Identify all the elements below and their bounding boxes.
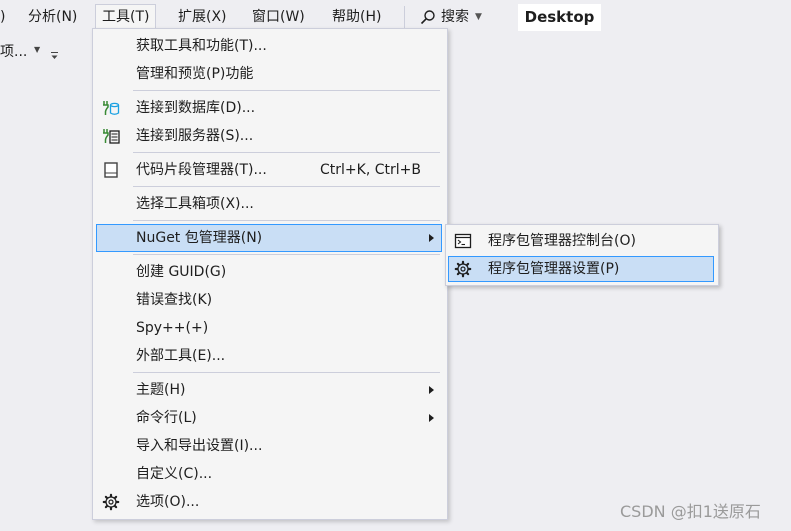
gear-icon [102, 493, 120, 511]
toolbar-overflow-icon[interactable] [50, 51, 59, 60]
menu-item-label: 管理和预览(P)功能 [136, 66, 254, 82]
database-connect-icon [103, 101, 120, 115]
menu-item-label: 创建 GUID(G) [136, 264, 227, 280]
menu-item-label: NuGet 包管理器(N) [136, 230, 263, 246]
menu-item-error-lookup[interactable]: 错误查找(K) [96, 286, 442, 314]
menu-help[interactable]: 帮助(H) [326, 5, 387, 29]
menu-item-label: 程序包管理器控制台(O) [488, 233, 636, 249]
menu-item-shortcut: Ctrl+K, Ctrl+B [320, 162, 421, 178]
menu-item-label: 选择工具箱项(X)... [136, 196, 254, 212]
menu-item-customize[interactable]: 自定义(C)... [96, 460, 442, 488]
menu-item-options[interactable]: 选项(O)... [96, 488, 442, 516]
desktop-label: Desktop [518, 4, 601, 31]
menu-item-nuget[interactable]: NuGet 包管理器(N) [96, 224, 442, 252]
menu-tools[interactable]: 工具(T) [95, 4, 157, 30]
menu-item-label: 连接到服务器(S)... [136, 128, 254, 144]
menu-item-connect-database[interactable]: 连接到数据库(D)... [96, 94, 442, 122]
menu-item-label: 命令行(L) [136, 410, 197, 426]
menu-separator [133, 220, 440, 221]
menu-item-label: 导入和导出设置(I)... [136, 438, 263, 454]
console-icon [454, 233, 472, 249]
menu-item-label: 程序包管理器设置(P) [488, 261, 620, 277]
search-icon [420, 10, 435, 25]
menu-item-theme[interactable]: 主题(H) [96, 376, 442, 404]
menu-item-create-guid[interactable]: 创建 GUID(G) [96, 258, 442, 286]
chevron-right-icon [429, 414, 434, 422]
menu-item-truncated[interactable]: ) [0, 5, 11, 29]
watermark: CSDN @扣1送原石 [620, 502, 761, 521]
menu-item-get-tools[interactable]: 获取工具和功能(T)... [96, 32, 442, 60]
menu-extensions[interactable]: 扩展(X) [172, 5, 233, 29]
menu-item-label: 自定义(C)... [136, 466, 213, 482]
menu-item-label: 获取工具和功能(T)... [136, 38, 267, 54]
menu-item-label: 代码片段管理器(T)... [136, 162, 267, 178]
menu-item-command-line[interactable]: 命令行(L) [96, 404, 442, 432]
menu-item-label: 外部工具(E)... [136, 348, 226, 364]
server-connect-icon [103, 129, 120, 144]
menu-item-manage-preview[interactable]: 管理和预览(P)功能 [96, 60, 442, 88]
menu-item-package-manager-settings[interactable]: 程序包管理器设置(P) [448, 256, 714, 282]
menu-analyze[interactable]: 分析(N) [22, 5, 83, 29]
menu-item-package-manager-console[interactable]: 程序包管理器控制台(O) [448, 228, 714, 254]
menu-item-choose-toolbox[interactable]: 选择工具箱项(X)... [96, 190, 442, 218]
menu-separator [133, 186, 440, 187]
menu-item-label: Spy++(+) [136, 320, 209, 336]
menu-item-spy[interactable]: Spy++(+) [96, 314, 442, 342]
menu-separator [133, 152, 440, 153]
menu-item-label: 连接到数据库(D)... [136, 100, 256, 116]
toolbar: 项... ▼ [0, 33, 92, 69]
menu-separator [133, 372, 440, 373]
menu-item-connect-server[interactable]: 连接到服务器(S)... [96, 122, 442, 150]
search-button[interactable]: 搜索 ▼ [420, 5, 482, 29]
menu-item-code-snippets[interactable]: 代码片段管理器(T)... Ctrl+K, Ctrl+B [96, 156, 442, 184]
chevron-down-icon: ▼ [475, 12, 482, 22]
nuget-submenu: 程序包管理器控制台(O) 程序包管理器设置(P) [445, 224, 719, 286]
menu-item-import-export-settings[interactable]: 导入和导出设置(I)... [96, 432, 442, 460]
menu-item-label: 错误查找(K) [136, 292, 213, 308]
menu-separator [133, 90, 440, 91]
search-label: 搜索 [441, 9, 469, 25]
chevron-right-icon [429, 234, 434, 242]
toolbar-dropdown-text[interactable]: 项... [0, 43, 27, 61]
menu-item-label: 选项(O)... [136, 494, 200, 510]
menu-separator [133, 254, 440, 255]
tools-menu: 获取工具和功能(T)... 管理和预览(P)功能 连接到数据库(D)... 连接… [92, 28, 448, 520]
menu-separator [404, 6, 405, 28]
code-snippet-icon [104, 162, 118, 178]
menu-item-external-tools[interactable]: 外部工具(E)... [96, 342, 442, 370]
menu-window[interactable]: 窗口(W) [246, 5, 311, 29]
chevron-right-icon [429, 386, 434, 394]
menu-item-label: 主题(H) [136, 382, 186, 398]
chevron-down-icon[interactable]: ▼ [34, 45, 40, 54]
gear-icon [454, 260, 472, 278]
